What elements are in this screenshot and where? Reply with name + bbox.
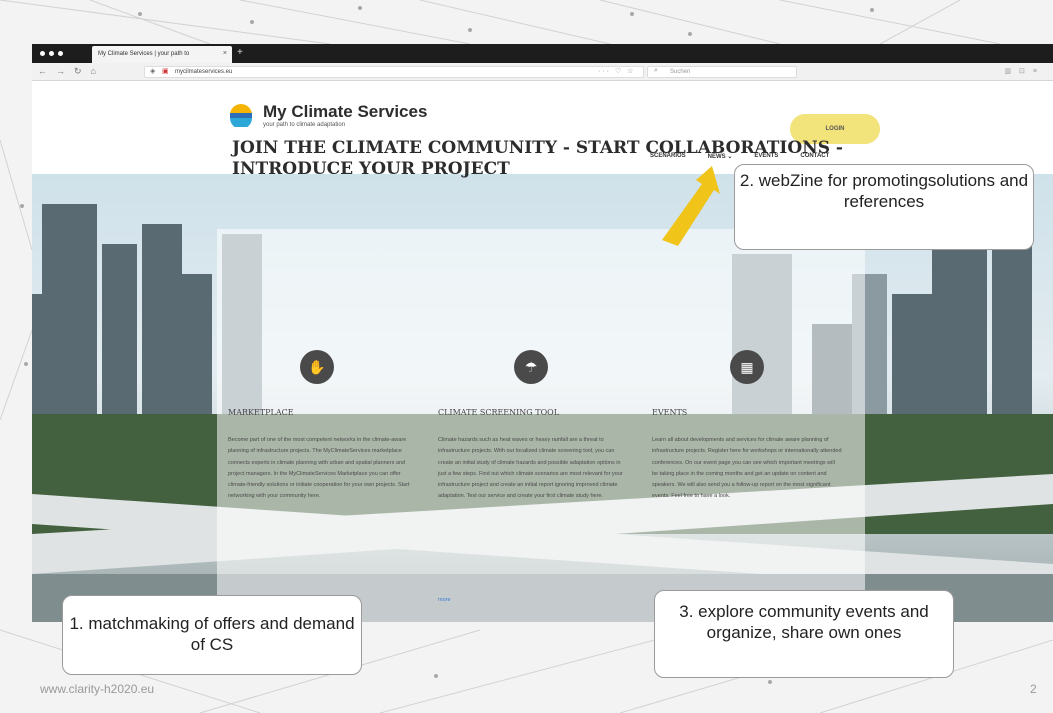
window-controls[interactable] [40, 51, 63, 56]
callout-explore: 3. explore community events and organize… [654, 590, 954, 678]
toolbar-icons[interactable]: ▥⊡≡ [1004, 67, 1045, 75]
feature-body-climate-screening: Climate hazards such as heat waves or he… [438, 437, 623, 500]
content-panel [217, 229, 865, 622]
feature-link-more[interactable]: more [438, 597, 451, 603]
lock-icon[interactable]: ▣ [162, 67, 169, 75]
callout-webzine: 2. webZine for promotingsolutions and re… [734, 164, 1034, 250]
site-logo-title[interactable]: My Climate Services [263, 102, 427, 122]
forward-icon[interactable]: → [56, 66, 65, 77]
home-icon[interactable]: ⌂ [91, 66, 96, 77]
site-logo-subtitle: your path to climate adaptation [263, 122, 346, 128]
navigation-toolbar: ← → ↻ ⌂ mycilmateservices.eu ◈ ▣ ··· ♡ ☆… [32, 63, 1053, 81]
feature-body-events: Learn all about developments and service… [652, 437, 842, 500]
close-icon[interactable]: × [223, 50, 227, 57]
address-bar[interactable]: mycilmateservices.eu [144, 66, 644, 78]
back-icon[interactable]: ← [38, 66, 47, 77]
feature-title-events[interactable]: EVENTS [652, 408, 687, 417]
tab-title: My Climate Services | your path to [98, 51, 190, 57]
footer-url: www.clarity-h2020.eu [40, 682, 155, 696]
browser-tab[interactable]: My Climate Services | your path to × [92, 46, 232, 63]
page-actions[interactable]: ··· ♡ ☆ [598, 67, 635, 75]
pointer-arrow-icon [662, 166, 720, 246]
tab-bar: My Climate Services | your path to × + [32, 44, 1053, 63]
logo-icon [230, 104, 252, 127]
umbrella-icon[interactable]: ☂ [514, 350, 548, 384]
calendar-icon[interactable]: ▦ [730, 350, 764, 384]
search-input[interactable]: Suchen [647, 66, 797, 78]
new-tab-button[interactable]: + [237, 47, 243, 58]
shield-icon[interactable]: ◈ [150, 67, 155, 75]
callout-matchmaking: 1. matchmaking of offers and demand of C… [62, 595, 362, 675]
handshake-icon[interactable]: ✋ [300, 350, 334, 384]
reload-icon[interactable]: ↻ [74, 66, 82, 77]
feature-body-marketplace: Become part of one of the most competent… [228, 437, 410, 500]
feature-title-marketplace[interactable]: MARKETPLACE [228, 408, 294, 417]
slide-number: 2 [1030, 682, 1037, 696]
nav-buttons: ← → ↻ ⌂ [38, 66, 96, 77]
feature-title-climate-screening[interactable]: CLIMATE SCREENING TOOL [438, 408, 559, 417]
search-icon: ⌕ [654, 67, 658, 74]
browser-window: My Climate Services | your path to × + ←… [32, 44, 1053, 622]
